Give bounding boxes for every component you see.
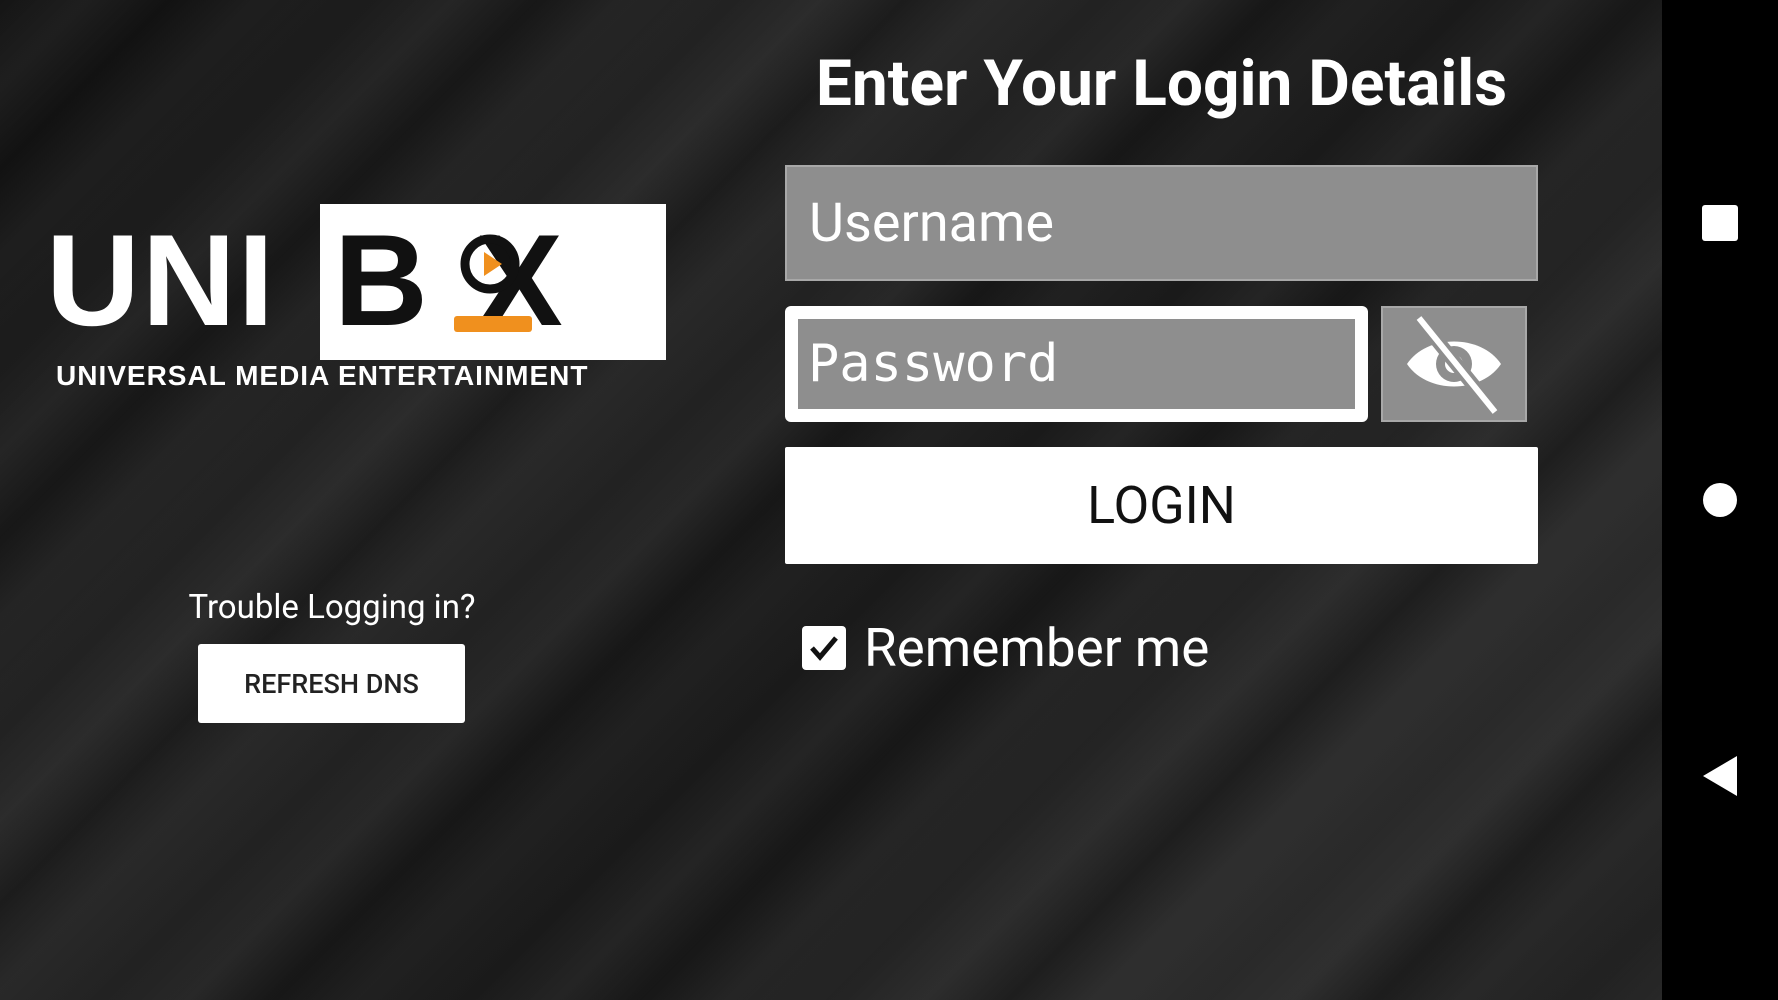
login-button[interactable]: LOGIN [785,447,1538,564]
password-field[interactable]: Password [785,306,1368,422]
remember-me-checkbox[interactable] [802,626,846,670]
logo-tagline: UNIVERSAL MEDIA ENTERTAINMENT [56,360,589,391]
login-screen: UNI B X UNIVERSAL MEDIA ENTERTAINMENT Tr… [0,0,1662,1000]
recents-icon [1702,205,1738,241]
eye-off-icon [1407,313,1501,416]
logo-box-text: B X [334,207,569,353]
refresh-dns-button[interactable]: REFRESH DNS [198,644,465,723]
back-button[interactable] [1662,716,1778,836]
logo-uni-text: UNI [46,207,276,353]
home-icon [1703,483,1737,517]
password-input[interactable]: Password [798,319,1355,409]
remember-me-row[interactable]: Remember me [802,617,1210,679]
play-icon [460,234,520,294]
unibox-logo: UNI B X UNIVERSAL MEDIA ENTERTAINMENT [46,202,666,402]
username-input[interactable]: Username [785,165,1538,281]
toggle-password-visibility-button[interactable] [1381,306,1527,422]
page-title: Enter Your Login Details [815,46,1508,121]
logo-box: B X [320,204,666,360]
remember-me-label: Remember me [864,617,1210,679]
home-button[interactable] [1662,440,1778,560]
trouble-logging-text: Trouble Logging in? [188,588,476,627]
recents-button[interactable] [1662,163,1778,283]
back-icon [1703,756,1737,796]
checkmark-icon [810,636,838,661]
system-navigation-bar [1662,0,1778,1000]
logo-accent-bar [454,316,532,332]
